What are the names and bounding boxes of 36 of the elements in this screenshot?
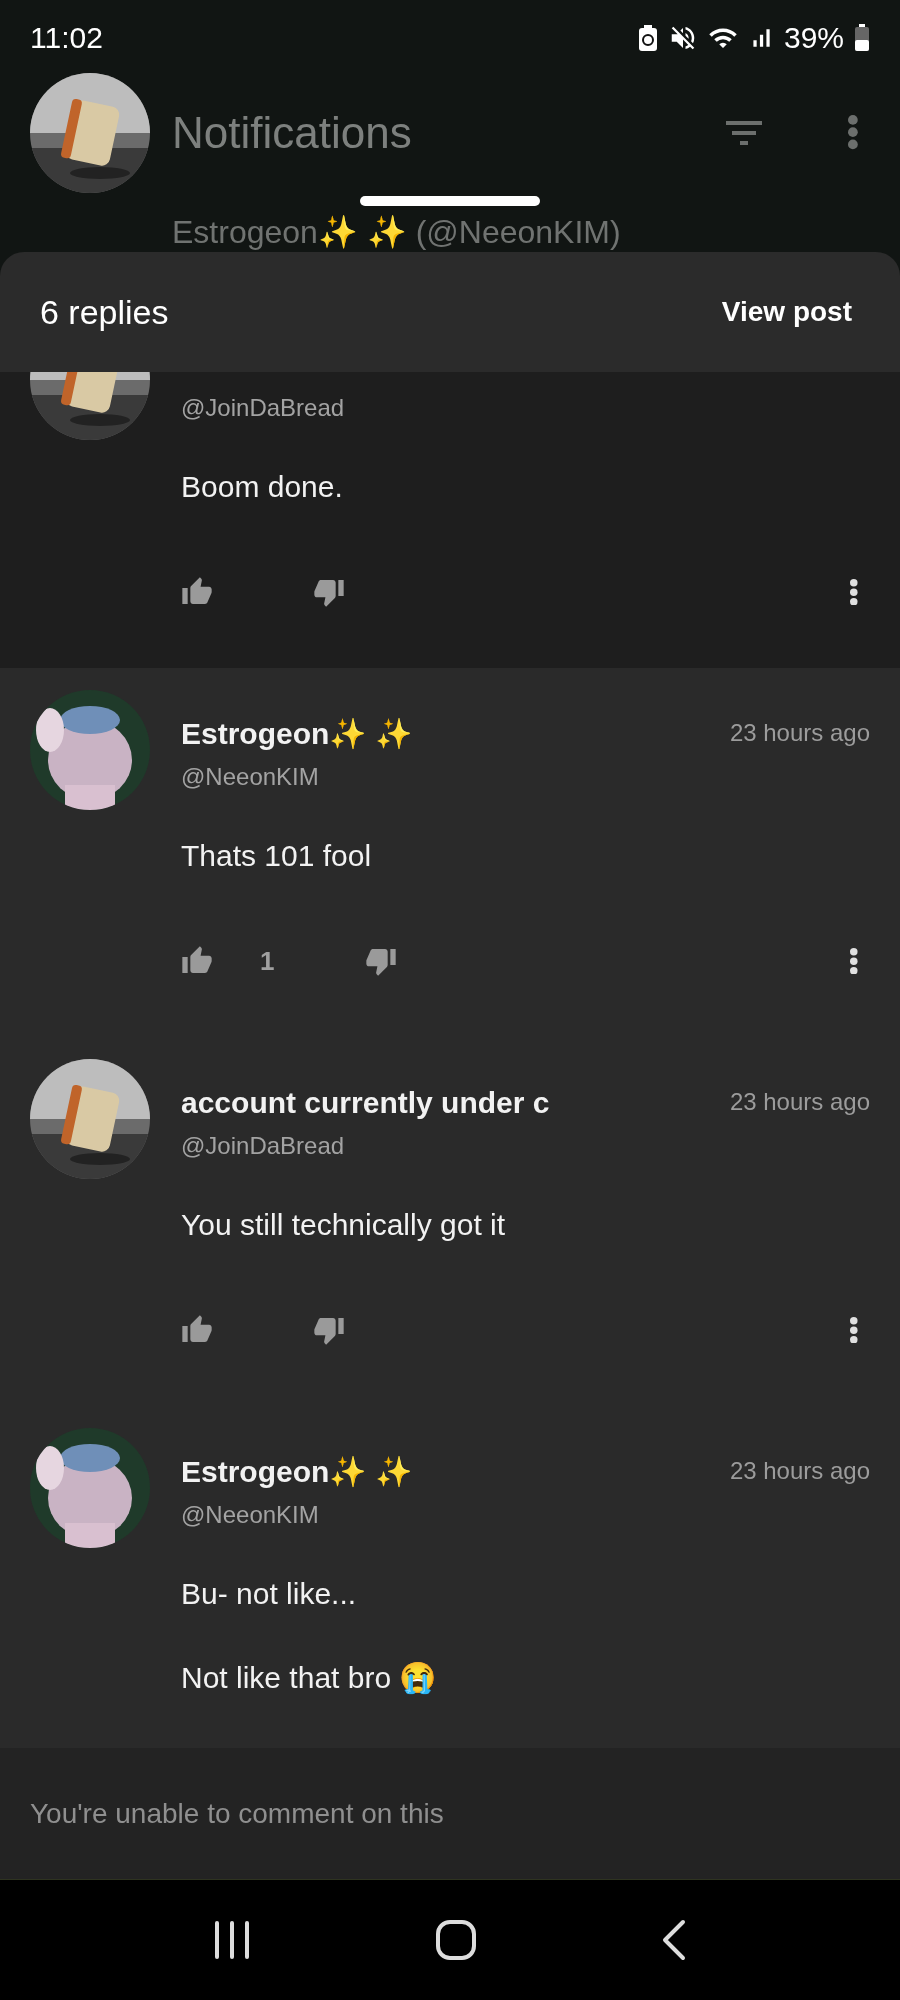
status-time: 11:02 xyxy=(30,20,103,56)
more-icon xyxy=(850,1316,858,1344)
back-icon[interactable] xyxy=(661,1919,688,1961)
battery-icon xyxy=(854,23,870,52)
replies-count: 6 replies xyxy=(40,291,169,333)
view-post-button[interactable]: View post xyxy=(721,291,860,333)
author-name: account currently under c xyxy=(181,1084,551,1121)
like-count: 1 xyxy=(260,944,275,978)
battery-percent: 39% xyxy=(783,20,844,56)
battery-saver-icon xyxy=(637,23,658,52)
timestamp: 23 hours ago xyxy=(729,1456,870,1486)
author-name: Estrogeon✨ ✨ xyxy=(181,1453,413,1490)
comment-text: Boom done. xyxy=(181,469,344,505)
author-handle: @JoinDaBread xyxy=(181,1131,345,1161)
author-handle: @NeeonKIM xyxy=(181,762,319,792)
comment-text: Bu- not like... xyxy=(181,1576,358,1612)
timestamp: 23 hours ago xyxy=(729,718,870,748)
more-options-button[interactable] xyxy=(850,578,858,606)
author-handle: @JoinDaBread xyxy=(181,393,345,423)
comment-disabled-notice: You're unable to comment on this xyxy=(30,1796,444,1831)
notification-text: Estrogeon✨ ✨ (@NeeonKIM) xyxy=(172,213,621,252)
drag-handle[interactable] xyxy=(360,196,540,206)
more-options-button[interactable] xyxy=(850,947,858,975)
comment-text: You still technically got it xyxy=(181,1207,507,1243)
more-options-button[interactable] xyxy=(850,1316,858,1344)
comment-text: Not like that bro 😭 xyxy=(181,1660,438,1696)
timestamp: 23 hours ago xyxy=(729,1087,870,1117)
screen-title: Notifications xyxy=(172,106,413,159)
author-handle: @NeeonKIM xyxy=(181,1500,319,1530)
author-name: Estrogeon✨ ✨ xyxy=(181,715,413,752)
more-icon xyxy=(848,115,858,150)
recent-apps-icon[interactable] xyxy=(212,1920,251,1960)
more-icon xyxy=(850,947,858,975)
comment-text: Thats 101 fool xyxy=(181,838,373,874)
more-icon xyxy=(850,578,858,606)
home-icon[interactable] xyxy=(436,1920,476,1960)
